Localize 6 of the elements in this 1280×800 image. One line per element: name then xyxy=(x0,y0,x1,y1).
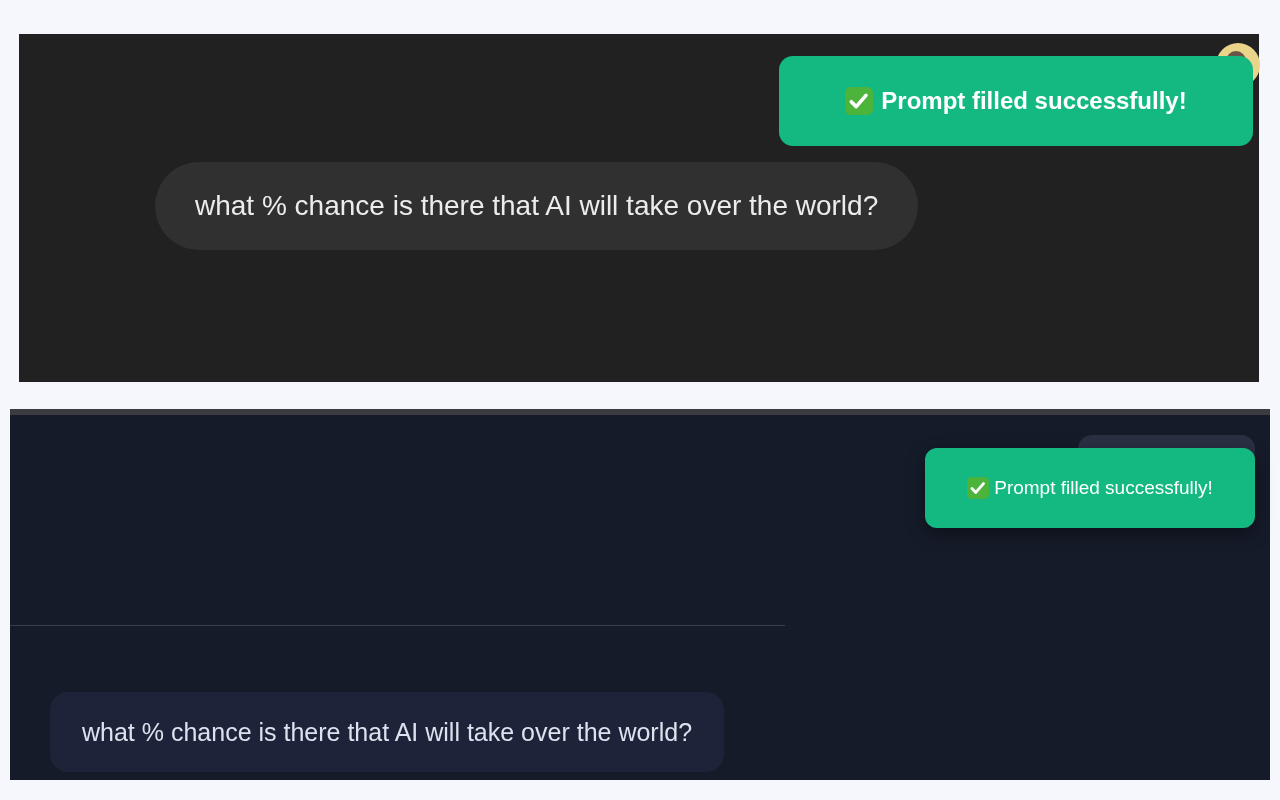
check-icon xyxy=(967,477,990,499)
toast-text: Prompt filled successfully! xyxy=(994,477,1213,499)
user-message: what % chance is there that AI will take over the world? xyxy=(50,692,725,772)
toast-text: Prompt filled successfully! xyxy=(881,87,1187,115)
user-message: what % chance is there that AI will take over the world? xyxy=(155,162,919,250)
check-icon xyxy=(845,87,874,115)
